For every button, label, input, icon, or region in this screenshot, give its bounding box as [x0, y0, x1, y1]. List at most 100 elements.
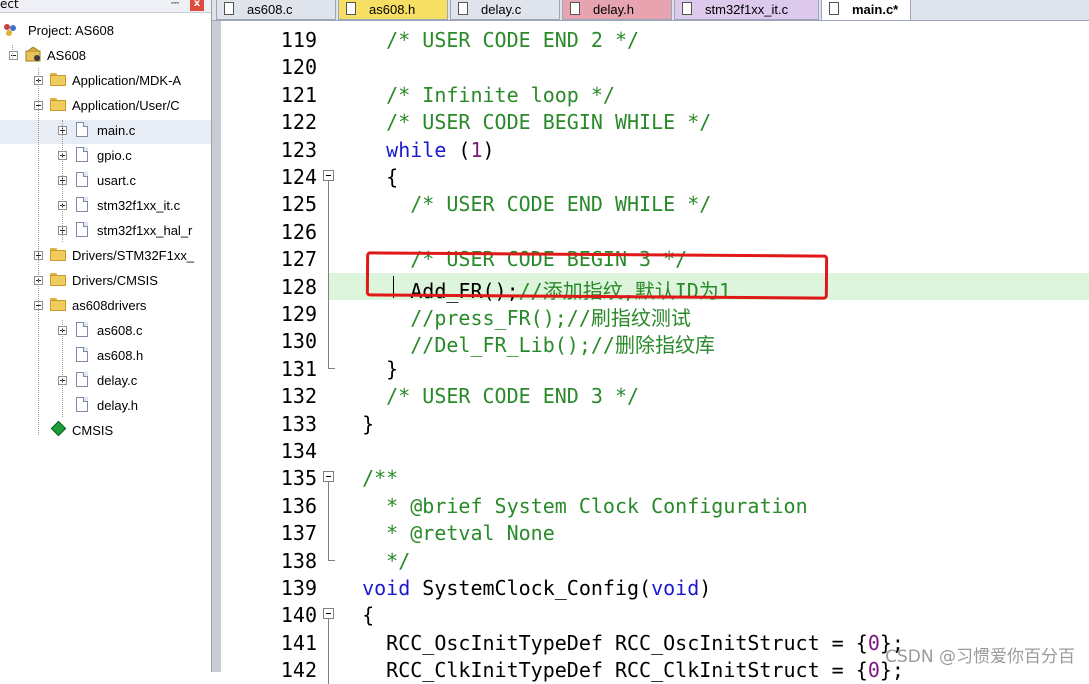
code-line-129[interactable]: 129 //press_FR();//刷指纹测试: [212, 300, 1089, 330]
tree-item-as608-h[interactable]: as608.h: [0, 345, 211, 369]
fold-guide: [328, 491, 329, 520]
code-line-131[interactable]: 131 }: [212, 354, 1089, 382]
file-icon: [829, 2, 839, 15]
code-token: RCC_OscInitTypeDef RCC_OscInitStruct = {: [338, 630, 868, 655]
line-number: 136: [280, 493, 317, 518]
code-line-135[interactable]: 135 /**: [212, 464, 1089, 493]
tree-item-delay-h[interactable]: delay.h: [0, 395, 211, 419]
tree-item-main-c[interactable]: main.c: [0, 120, 211, 144]
code-token: /* USER CODE END WHILE */: [410, 192, 712, 217]
code-text: while (1): [338, 137, 495, 162]
code-line-136[interactable]: 136 * @brief System Clock Configuration: [212, 491, 1089, 520]
tree-item-stm32f1xx-it-c[interactable]: stm32f1xx_it.c: [0, 195, 211, 219]
code-line-130[interactable]: 130 //Del_FR_Lib();//删除指纹库: [212, 327, 1089, 357]
file-icon: [76, 147, 88, 162]
fold-guide: [328, 656, 329, 684]
code-token: ): [482, 137, 495, 162]
code-token: void: [362, 576, 411, 600]
tree-item-label: delay.h: [97, 398, 138, 413]
tab-main-c[interactable]: main.c*: [821, 0, 911, 21]
tree-connector: [38, 68, 39, 435]
tree-item-label: AS608: [47, 48, 87, 63]
annotation-box: [365, 251, 829, 300]
code-line-138[interactable]: 138 */: [212, 546, 1089, 574]
code-line-137[interactable]: 137 * @retval None: [212, 519, 1089, 548]
code-token: }: [338, 356, 399, 381]
tree-item-as608drivers[interactable]: as608drivers: [0, 295, 211, 319]
tree-item-application-user-c[interactable]: Application/User/C: [0, 95, 211, 119]
tree-item-label: stm32f1xx_hal_r: [97, 223, 193, 238]
code-line-124[interactable]: 124 {: [212, 163, 1089, 191]
tab-label: stm32f1xx_it.c: [705, 2, 789, 17]
tree-item-label: Application/User/C: [72, 98, 180, 113]
line-number: 120: [280, 55, 317, 80]
tree-item-stm32f1xx-hal-r[interactable]: stm32f1xx_hal_r: [0, 220, 211, 244]
code-token: /**: [362, 466, 399, 491]
code-line-139[interactable]: 139 void SystemClock_Config(void): [212, 574, 1089, 601]
code-line-122[interactable]: 122 /* USER CODE BEGIN WHILE */: [212, 108, 1089, 135]
line-number: 130: [280, 329, 317, 354]
code-line-134[interactable]: 134: [212, 437, 1089, 464]
gem-icon: [50, 420, 67, 437]
pin-icon[interactable]: ⎓: [170, 0, 180, 10]
tab-delay-h[interactable]: delay.h: [562, 0, 672, 20]
tree-item-as608[interactable]: AS608: [0, 45, 211, 69]
folder-icon: [50, 98, 66, 111]
tree-item-label: CMSIS: [72, 423, 114, 438]
code-text: /* USER CODE END 3 */: [338, 384, 639, 408]
folder-icon: [50, 298, 66, 311]
code-line-119[interactable]: 119 /* USER CODE END 2 */: [212, 26, 1089, 53]
file-icon: [224, 2, 234, 15]
line-number: 125: [280, 192, 317, 217]
tree-item-cmsis[interactable]: CMSIS: [0, 420, 211, 444]
tab-delay-c[interactable]: delay.c: [450, 0, 560, 20]
code-line-132[interactable]: 132 /* USER CODE END 3 */: [212, 382, 1089, 409]
tree-item-label: stm32f1xx_it.c: [97, 198, 181, 213]
tree-item-gpio-c[interactable]: gpio.c: [0, 145, 211, 169]
fold-guide: [328, 628, 329, 657]
code-token: }: [338, 411, 375, 436]
code-text: /**: [338, 466, 398, 490]
tab-as608-h[interactable]: as608.h: [338, 0, 448, 20]
code-editor[interactable]: 119 /* USER CODE END 2 */120 121 /* Infin…: [212, 21, 1089, 684]
fold-toggle-icon[interactable]: [323, 608, 334, 620]
code-token: while: [386, 137, 447, 162]
tree-item-delay-c[interactable]: delay.c: [0, 370, 211, 394]
line-number: 121: [280, 82, 317, 107]
tab-stm32f1xx-it-c[interactable]: stm32f1xx_it.c: [674, 0, 819, 20]
code-line-120[interactable]: 120: [212, 53, 1089, 80]
code-line-125[interactable]: 125 /* USER CODE END WHILE */: [212, 190, 1089, 219]
tree-item-drivers-stm32f1xx[interactable]: Drivers/STM32F1xx_: [0, 245, 211, 269]
code-token: 0: [867, 658, 880, 683]
code-token: {: [338, 165, 399, 189]
file-icon: [76, 172, 88, 187]
code-token: void: [651, 576, 700, 600]
fold-toggle-icon[interactable]: [323, 170, 334, 181]
line-number: 124: [280, 165, 317, 189]
tab-as608-c[interactable]: as608.c: [216, 0, 336, 20]
tree-item-usart-c[interactable]: usart.c: [0, 170, 211, 194]
collapse-icon[interactable]: [9, 51, 18, 60]
tree-item-label: usart.c: [97, 173, 137, 188]
tree-item-project-as608[interactable]: Project: AS608: [0, 20, 211, 44]
code-line-133[interactable]: 133 }: [212, 410, 1089, 437]
watermark: CSDN @习惯爱你百分百: [885, 647, 1075, 667]
tree-item-application-mdk-a[interactable]: Application/MDK-A: [0, 70, 211, 94]
project-panel: ect ⎓ x Project: AS608 AS608 Application/M…: [0, 0, 212, 672]
close-panel-icon[interactable]: x: [190, 0, 204, 11]
code-line-123[interactable]: 123 while (1): [212, 136, 1089, 163]
fold-toggle-icon[interactable]: [323, 471, 334, 483]
file-icon: [570, 2, 580, 15]
tree-item-drivers-cmsis[interactable]: Drivers/CMSIS: [0, 270, 211, 294]
tree-item-label: as608drivers: [72, 298, 147, 313]
tree-item-as608-c[interactable]: as608.c: [0, 320, 211, 344]
tree-connector: [62, 320, 63, 417]
code-line-126[interactable]: 126: [212, 217, 1089, 246]
file-icon: [76, 122, 88, 137]
code-line-140[interactable]: 140 {: [212, 601, 1089, 630]
code-line-121[interactable]: 121 /* Infinite loop */: [212, 81, 1089, 108]
